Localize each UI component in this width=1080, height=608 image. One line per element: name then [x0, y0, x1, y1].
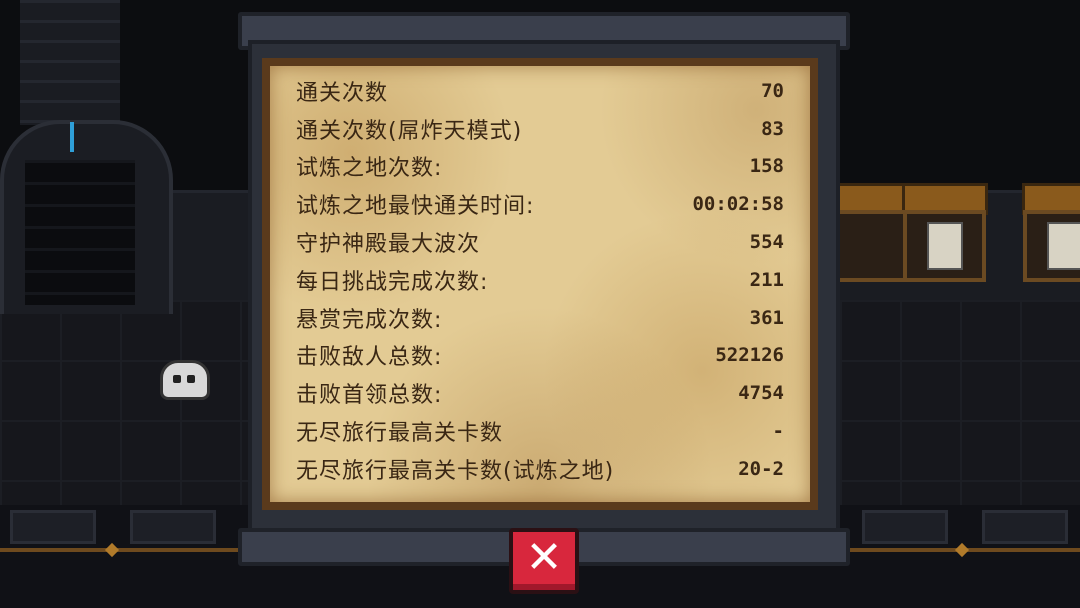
stat-label: 通关次数(屌炸天模式): [296, 118, 523, 144]
stat-value: 211: [749, 268, 784, 291]
stat-value: 522126: [715, 344, 784, 367]
stat-row: 击败敌人总数: 522126: [296, 337, 784, 375]
notice-frame[interactable]: [830, 210, 913, 282]
stat-value: 83: [761, 117, 784, 140]
wall-block: [982, 510, 1068, 544]
stat-row: 通关次数(屌炸天模式) 83: [296, 110, 784, 148]
stat-value: 00:02:58: [692, 193, 784, 216]
stat-value: 158: [749, 155, 784, 178]
wall-block: [130, 510, 216, 544]
ghost-pet-icon: [160, 360, 210, 400]
stat-row: 击败首领总数: 4754: [296, 374, 784, 412]
stat-label: 击败敌人总数:: [296, 345, 443, 371]
stat-label: 试炼之地最快通关时间:: [296, 194, 535, 220]
archway-light-icon: [70, 122, 74, 152]
stat-label: 无尽旅行最高关卡数: [296, 421, 504, 447]
stat-row: 试炼之地次数: 158: [296, 148, 784, 186]
stat-row: 无尽旅行最高关卡数 -: [296, 412, 784, 450]
stat-label: 悬赏完成次数:: [296, 307, 443, 333]
stat-label: 守护神殿最大波次: [296, 232, 481, 258]
stat-row: 无尽旅行最高关卡数(试炼之地) 20-2: [296, 450, 784, 488]
stat-label: 击败首领总数:: [296, 383, 443, 409]
stat-value: -: [772, 420, 784, 443]
stone-tower: [20, 0, 120, 125]
stat-row: 每日挑战完成次数: 211: [296, 261, 784, 299]
notice-frame[interactable]: [1023, 210, 1080, 282]
stat-label: 通关次数: [296, 80, 389, 106]
stat-value: 70: [761, 79, 784, 102]
stat-row: 悬赏完成次数: 361: [296, 299, 784, 337]
wall-block: [862, 510, 948, 544]
stat-value: 4754: [738, 382, 784, 405]
stat-row: 试炼之地最快通关时间: 00:02:58: [296, 185, 784, 223]
stat-row: 守护神殿最大波次 554: [296, 223, 784, 261]
stat-label: 每日挑战完成次数:: [296, 269, 489, 295]
stats-list: 通关次数 70 通关次数(屌炸天模式) 83 试炼之地次数: 158 试炼之地最快通关…: [296, 72, 784, 488]
wall-block: [10, 510, 96, 544]
notice-paper-icon: [1047, 222, 1080, 270]
close-icon: ✕: [525, 532, 563, 583]
notice-frame[interactable]: [903, 210, 986, 282]
stat-value: 361: [749, 306, 784, 329]
stat-value: 554: [749, 231, 784, 254]
stat-row: 通关次数 70: [296, 72, 784, 110]
close-button[interactable]: ✕: [509, 528, 579, 594]
notice-paper-icon: [927, 222, 963, 270]
stat-value: 20-2: [738, 457, 784, 480]
stat-label: 试炼之地次数:: [296, 156, 443, 182]
archway-doorway: [25, 160, 135, 305]
stat-label: 无尽旅行最高关卡数(试炼之地): [296, 458, 615, 484]
